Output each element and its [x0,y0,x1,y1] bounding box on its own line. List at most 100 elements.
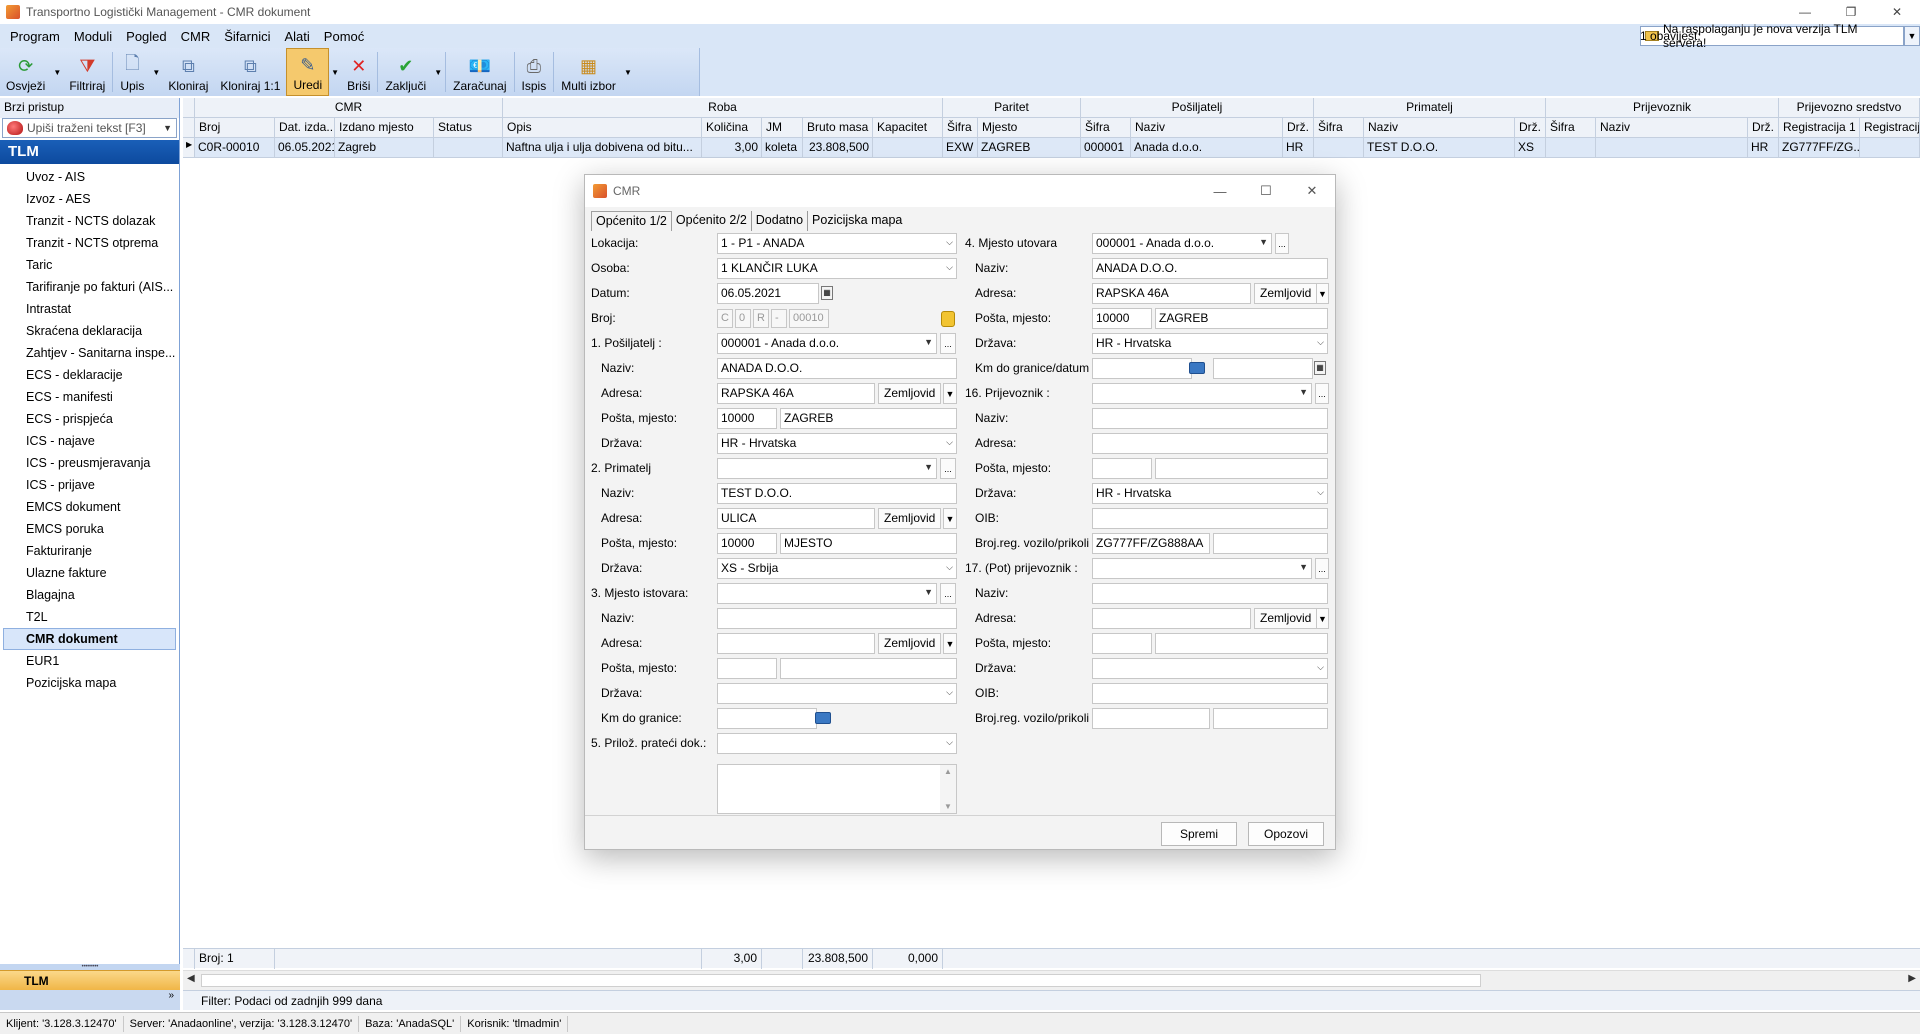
posiljatelj-adresa-field[interactable]: RAPSKA 46A [717,383,875,404]
refresh-dropdown[interactable]: ▼ [51,48,63,96]
primatelj-select[interactable]: ▼ [717,458,937,479]
minimize-button[interactable]: — [1782,0,1828,24]
cell-jm[interactable]: koleta [762,138,803,158]
primatelj-naziv-field[interactable]: TEST D.O.O. [717,483,957,504]
nav-item-cmr-dokument[interactable]: CMR dokument [3,628,176,650]
column-bruto-masa[interactable]: Bruto masa [803,118,873,138]
nav-item-ics-preusmjeravanja[interactable]: ICS - preusmjeravanja [0,452,179,474]
osoba-select[interactable]: 1 KLANČIR LUKA ⌵ [717,258,957,279]
pot-prijevoznik-map-button[interactable]: Zemljovid [1254,608,1318,629]
pot-prijevoznik-mjesto-field[interactable] [1155,633,1328,654]
chevron-right-icon[interactable]: ▶ [1908,973,1916,984]
istovar-posta-field[interactable] [717,658,777,679]
prijevoznik-mjesto-field[interactable] [1155,458,1328,479]
restore-button[interactable]: ❐ [1828,0,1874,24]
utovar-km-field[interactable] [1092,358,1192,379]
istovar-km-field[interactable] [717,708,817,729]
pot-prijevoznik-select[interactable]: ▼ [1092,558,1312,579]
keyboard-icon[interactable] [1189,362,1205,374]
nav-item-emcs-dokument[interactable]: EMCS dokument [0,496,179,518]
nav-item-ics-najave[interactable]: ICS - najave [0,430,179,452]
nav-item-fakturiranje[interactable]: Fakturiranje [0,540,179,562]
edit-dropdown[interactable]: ▼ [329,48,341,96]
tab-opcenito-1[interactable]: Općenito 1/2 [591,211,672,231]
posiljatelj-naziv-field[interactable]: ANADA D.O.O. [717,358,957,379]
primatelj-map-dropdown[interactable]: ▼ [943,508,957,529]
nav-item-pozicijska-mapa[interactable]: Pozicijska mapa [0,672,179,694]
utovar-browse-button[interactable]: ... [1275,233,1289,254]
istovar-naziv-field[interactable] [717,608,957,629]
column-prijevoznik-drzava[interactable]: Drž. [1748,118,1779,138]
cell-status[interactable] [434,138,503,158]
prijevoznik-reg1-field[interactable]: ZG777FF/ZG888AA [1092,533,1210,554]
column-registracija-2[interactable]: Registracija 2 [1860,118,1920,138]
nav-item-izvoz-aes[interactable]: Izvoz - AES [0,188,179,210]
chevron-down-icon[interactable]: ▼ [163,123,172,133]
istovar-map-dropdown[interactable]: ▼ [943,633,957,654]
refresh-button[interactable]: ⟳ Osvježi [0,48,51,96]
column-posiljatelj-sifra[interactable]: Šifra [1081,118,1131,138]
prijevoznik-adresa-field[interactable] [1092,433,1328,454]
nav-item-ics-prijave[interactable]: ICS - prijave [0,474,179,496]
cell-kapacitet[interactable] [873,138,943,158]
new-dropdown[interactable]: ▼ [150,48,162,96]
prijevoznik-select[interactable]: ▼ [1092,383,1312,404]
pot-prijevoznik-browse-button[interactable]: ... [1315,558,1329,579]
nav-item-t2l[interactable]: T2L [0,606,179,628]
cell-primatelj-sifra[interactable] [1314,138,1364,158]
calendar-icon[interactable]: ▦ [1314,361,1326,375]
posiljatelj-browse-button[interactable]: ... [940,333,956,354]
cell-paritet-sifra[interactable]: EXW [943,138,978,158]
dialog-close-button[interactable]: ✕ [1289,175,1335,207]
primatelj-map-button[interactable]: Zemljovid [878,508,942,529]
nav-item-tarifiranje[interactable]: Tarifiranje po fakturi (AIS... [0,276,179,298]
istovar-adresa-field[interactable] [717,633,875,654]
prilozi-select[interactable]: ⌵ [717,733,957,754]
multi-select-button[interactable]: ▦ Multi izbor [555,48,622,96]
edit-button[interactable]: ✎ Uredi [286,48,330,96]
column-datum[interactable]: Dat. izda... [275,118,335,138]
cell-primatelj-drzava[interactable]: XS [1515,138,1546,158]
chevron-down-icon[interactable]: » [0,990,180,1010]
column-kolicina[interactable]: Količina [702,118,762,138]
posiljatelj-map-button[interactable]: Zemljovid [878,383,942,404]
posiljatelj-map-dropdown[interactable]: ▼ [943,383,957,404]
menu-program[interactable]: Program [0,29,67,44]
istovar-drzava-select[interactable]: ⌵ [717,683,957,704]
new-button[interactable]: 🗋 Upis [114,48,150,96]
column-paritet-mjesto[interactable]: Mjesto [978,118,1081,138]
lock-icon[interactable] [941,311,955,327]
istovar-mjesto-field[interactable] [780,658,957,679]
keyboard-icon[interactable] [815,712,831,724]
nav-item-blagajna[interactable]: Blagajna [0,584,179,606]
column-status[interactable]: Status [434,118,503,138]
pot-prijevoznik-posta-field[interactable] [1092,633,1152,654]
nav-item-skracena-deklaracija[interactable]: Skraćena deklaracija [0,320,179,342]
utovar-map-button[interactable]: Zemljovid [1254,283,1318,304]
lokacija-select[interactable]: 1 - P1 - ANADA ⌵ [717,233,957,254]
utovar-naziv-field[interactable]: ANADA D.O.O. [1092,258,1328,279]
istovar-browse-button[interactable]: ... [940,583,956,604]
tab-pozicijska-mapa[interactable]: Pozicijska mapa [808,211,906,231]
column-paritet-sifra[interactable]: Šifra [943,118,978,138]
primatelj-mjesto-field[interactable]: MJESTO [780,533,957,554]
posiljatelj-posta-field[interactable]: 10000 [717,408,777,429]
prijevoznik-reg2-field[interactable] [1213,533,1328,554]
cell-bruto-masa[interactable]: 23.808,500 [803,138,873,158]
cell-prijevoznik-naziv[interactable] [1596,138,1748,158]
prijevoznik-naziv-field[interactable] [1092,408,1328,429]
menu-cmr[interactable]: CMR [174,29,218,44]
column-kapacitet[interactable]: Kapacitet [873,118,943,138]
prijevoznik-oib-field[interactable] [1092,508,1328,529]
chevron-down-icon[interactable]: ▼ [1904,26,1920,46]
textarea-scrollbar[interactable]: ▲ ▼ [940,765,956,813]
column-primatelj-sifra[interactable]: Šifra [1314,118,1364,138]
column-broj[interactable]: Broj [195,118,275,138]
nav-item-eur1[interactable]: EUR1 [0,650,179,672]
clone-button[interactable]: ⧉ Kloniraj [162,48,214,96]
posiljatelj-mjesto-field[interactable]: ZAGREB [780,408,957,429]
prijevoznik-browse-button[interactable]: ... [1315,383,1329,404]
nav-item-tranzit-dolazak[interactable]: Tranzit - NCTS dolazak [0,210,179,232]
cell-registracija-1[interactable]: ZG777FF/ZG... [1779,138,1860,158]
column-opis[interactable]: Opis [503,118,702,138]
